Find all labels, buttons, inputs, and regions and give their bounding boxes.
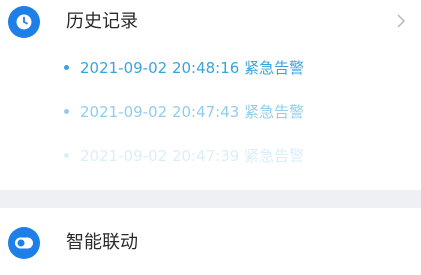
linkage-header-row[interactable]: 智能联动	[0, 221, 421, 265]
linkage-title: 智能联动	[66, 232, 138, 253]
bullet-dot	[64, 65, 69, 70]
history-record-text: 2021-09-02 20:47:39 紧急告警	[80, 147, 305, 165]
history-record-text: 2021-09-02 20:48:16 紧急告警	[80, 59, 305, 77]
section-divider	[0, 190, 421, 208]
history-record[interactable]: 2021-09-02 20:47:43 紧急告警	[0, 100, 421, 124]
history-title: 历史记录	[66, 11, 138, 32]
chevron-right-icon[interactable]	[396, 13, 406, 33]
bullet-dot	[64, 153, 69, 158]
history-record[interactable]: 2021-09-02 20:47:39 紧急告警	[0, 144, 421, 168]
history-record[interactable]: 2021-09-02 20:48:16 紧急告警	[0, 56, 421, 80]
history-record-list: 2021-09-02 20:48:16 紧急告警 2021-09-02 20:4…	[0, 56, 421, 186]
bullet-dot	[64, 109, 69, 114]
linkage-card: 智能联动	[0, 208, 421, 275]
clock-icon	[8, 6, 40, 38]
history-card: 历史记录 2021-09-02 20:48:16 紧急告警 2021-09-02…	[0, 0, 421, 190]
history-record-text: 2021-09-02 20:47:43 紧急告警	[80, 103, 305, 121]
toggle-icon	[8, 227, 40, 259]
history-header-row[interactable]: 历史记录	[0, 0, 421, 44]
